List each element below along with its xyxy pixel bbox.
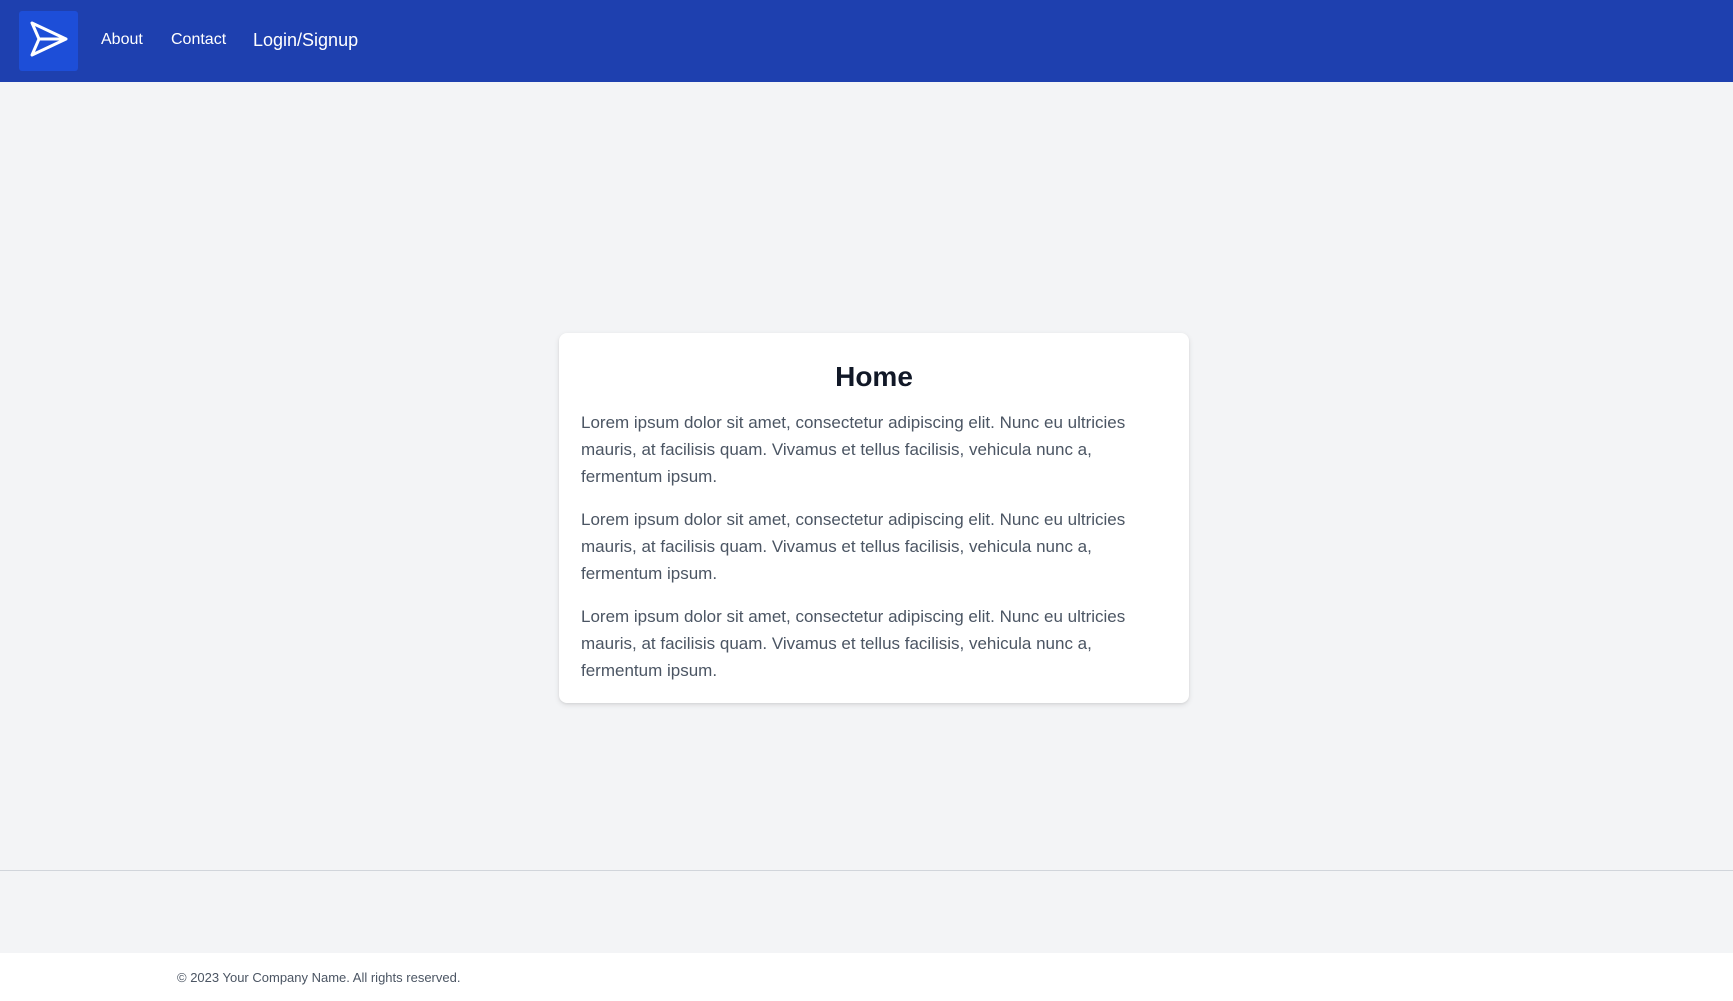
page-title: Home	[835, 361, 913, 392]
footer: © 2023 Your Company Name. All rights res…	[0, 953, 1733, 1001]
top-navbar: About Contact Login/Signup	[0, 0, 1733, 82]
body-paragraph-1: Lorem ipsum dolor sit amet, consectetur …	[581, 413, 1126, 486]
copyright-text: © 2023 Your Company Name. All rights res…	[177, 970, 461, 985]
logo-button[interactable]	[19, 11, 78, 71]
nav-link-contact[interactable]: Contact	[171, 31, 226, 49]
nav-link-about[interactable]: About	[101, 31, 143, 49]
body-paragraph-3: Lorem ipsum dolor sit amet, consectetur …	[581, 607, 1126, 680]
nav-link-login-signup[interactable]: Login/Signup	[253, 30, 358, 51]
paper-plane-icon	[29, 20, 69, 63]
footer-divider	[0, 870, 1733, 871]
home-card: Home Lorem ipsum dolor sit amet, consect…	[559, 333, 1189, 703]
body-paragraph-2: Lorem ipsum dolor sit amet, consectetur …	[581, 510, 1126, 583]
